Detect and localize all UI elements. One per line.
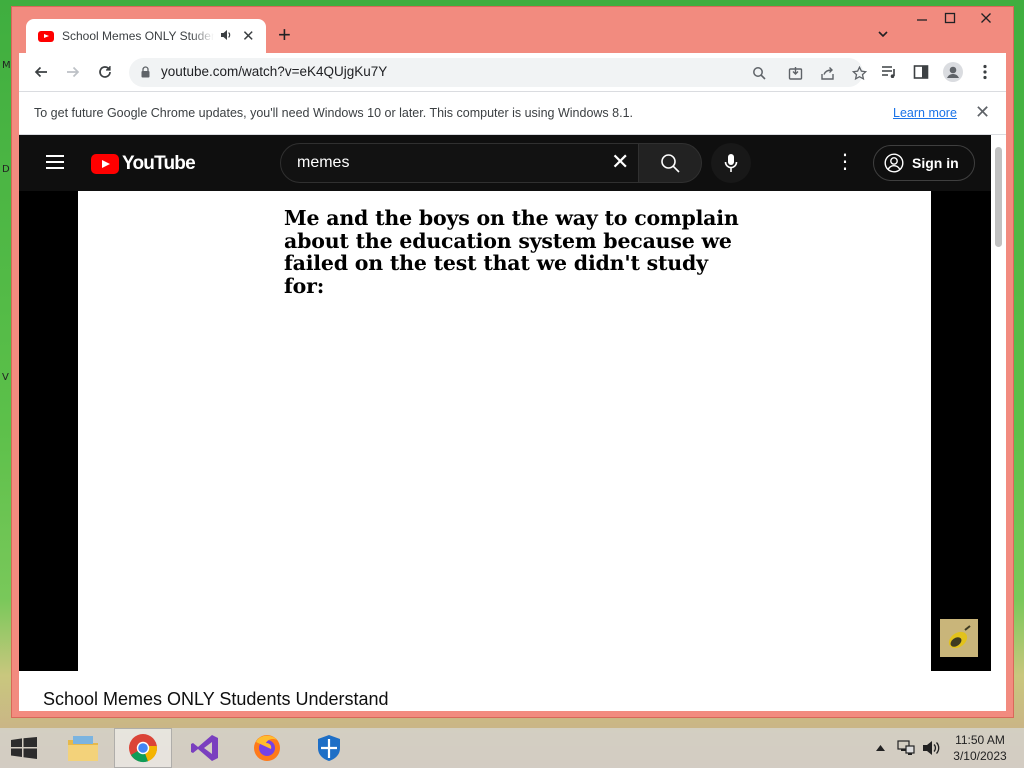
update-infobar: To get future Google Chrome updates, you… <box>19 91 1006 135</box>
meme-caption: Me and the boys on the way to complain a… <box>284 206 739 298</box>
back-icon[interactable] <box>31 62 51 82</box>
tab-search-chevron-icon[interactable] <box>876 27 890 41</box>
infobar-message: To get future Google Chrome updates, you… <box>34 106 633 120</box>
network-icon[interactable] <box>897 739 915 760</box>
taskbar-chrome[interactable] <box>114 728 172 768</box>
youtube-header: YouTube memes ✕ ⋮ Sign in <box>19 135 991 191</box>
channel-watermark-icon[interactable] <box>940 619 978 657</box>
firefox-icon <box>254 735 280 761</box>
speaker-icon[interactable] <box>220 29 232 44</box>
close-window-button[interactable] <box>969 11 1003 27</box>
video-player[interactable]: Me and the boys on the way to complain a… <box>19 191 991 671</box>
chrome-menu-icon[interactable] <box>975 62 995 82</box>
account-icon <box>884 153 904 173</box>
share-icon[interactable] <box>817 63 837 83</box>
clock-date: 3/10/2023 <box>953 749 1007 763</box>
video-title: School Memes ONLY Students Understand <box>43 689 389 709</box>
search-query[interactable]: memes <box>297 154 349 172</box>
chrome-window: School Memes ONLY Students Understand - … <box>11 6 1014 718</box>
taskbar-file-explorer[interactable] <box>54 728 112 768</box>
media-control-icon[interactable] <box>879 62 899 82</box>
hamburger-menu-icon[interactable] <box>46 155 64 169</box>
install-app-icon[interactable] <box>785 63 805 83</box>
windows-logo-icon <box>11 737 37 759</box>
url-text[interactable]: youtube.com/watch?v=eK4QUjgKu7Y <box>161 64 387 79</box>
volume-icon[interactable] <box>922 740 940 759</box>
youtube-favicon-icon <box>38 30 54 42</box>
tab-close-icon[interactable]: ✕ <box>242 29 255 44</box>
youtube-page: YouTube memes ✕ ⋮ Sign in Me and the boy… <box>19 135 1006 711</box>
search-button[interactable] <box>638 143 702 183</box>
bookmark-star-icon[interactable] <box>849 63 869 83</box>
settings-menu-icon[interactable]: ⋮ <box>835 149 855 175</box>
browser-toolbar: youtube.com/watch?v=eK4QUjgKu7Y <box>19 53 1006 91</box>
search-icon <box>661 154 680 173</box>
maximize-button[interactable] <box>933 11 967 27</box>
youtube-logo[interactable]: YouTube <box>91 153 196 175</box>
youtube-logo-text: YouTube <box>122 153 196 174</box>
page-scrollbar[interactable] <box>991 135 1006 711</box>
microphone-icon <box>724 154 738 172</box>
sign-in-label: Sign in <box>912 155 959 171</box>
infobar-close-icon[interactable]: ✕ <box>975 102 990 123</box>
clear-search-icon[interactable]: ✕ <box>611 150 629 174</box>
forward-icon[interactable] <box>63 62 83 82</box>
chrome-icon <box>129 734 157 763</box>
clock-time: 11:50 AM <box>955 733 1005 747</box>
taskbar: 11:50 AM 3/10/2023 <box>0 728 1024 768</box>
system-clock[interactable]: 11:50 AM 3/10/2023 <box>948 732 1012 764</box>
taskbar-defender[interactable] <box>300 728 358 768</box>
search-input[interactable]: memes ✕ <box>280 143 639 183</box>
browser-tab[interactable]: School Memes ONLY Students Understand - … <box>26 19 266 53</box>
tab-title: School Memes ONLY Students Understand - … <box>62 29 214 43</box>
youtube-play-icon <box>91 154 119 174</box>
profile-avatar-icon[interactable] <box>943 62 963 82</box>
taskbar-firefox[interactable] <box>238 728 296 768</box>
voice-search-button[interactable] <box>711 143 751 183</box>
new-tab-button[interactable]: + <box>278 23 291 47</box>
windows-start-button[interactable] <box>10 737 38 759</box>
taskbar-visual-studio[interactable] <box>176 728 234 768</box>
reload-icon[interactable] <box>95 62 115 82</box>
scrollbar-thumb[interactable] <box>995 147 1002 247</box>
search-lens-icon[interactable] <box>749 63 769 83</box>
lock-icon[interactable] <box>141 66 150 78</box>
tab-strip: School Memes ONLY Students Understand - … <box>12 7 1013 53</box>
visual-studio-icon <box>191 735 218 761</box>
address-bar[interactable]: youtube.com/watch?v=eK4QUjgKu7Y <box>129 58 867 87</box>
learn-more-link[interactable]: Learn more <box>893 106 957 120</box>
show-hidden-icons[interactable] <box>876 742 885 754</box>
file-explorer-icon <box>68 736 98 761</box>
side-panel-icon[interactable] <box>911 62 931 82</box>
sign-in-button[interactable]: Sign in <box>873 145 975 181</box>
windows-defender-icon <box>318 735 340 761</box>
video-frame[interactable]: Me and the boys on the way to complain a… <box>78 191 931 671</box>
